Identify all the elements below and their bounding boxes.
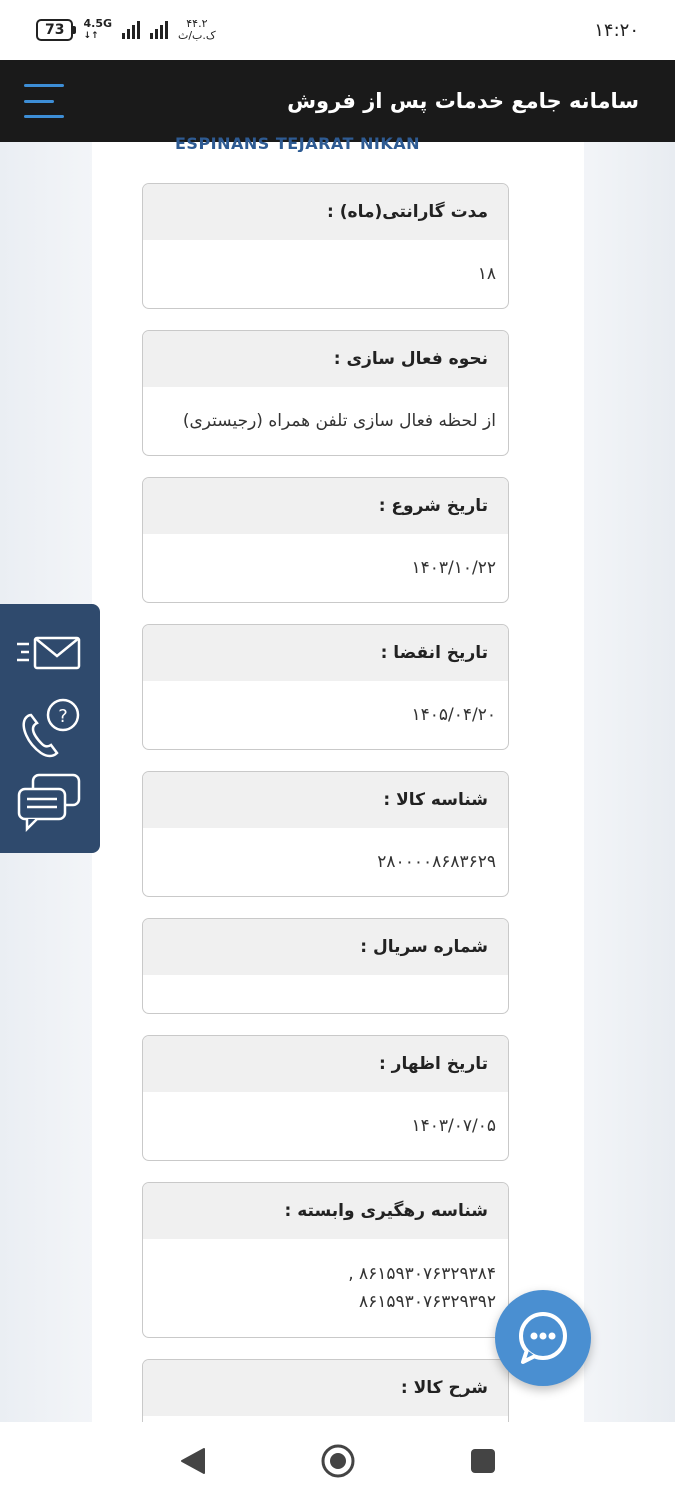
field-value: ۱۴۰۳/۱۰/۲۲ <box>411 558 496 578</box>
status-time: ۱۴:۲۰ <box>594 19 639 41</box>
field-value: ۱۴۰۵/۰۴/۲۰ <box>411 705 496 725</box>
signal-icon <box>122 21 140 39</box>
recent-square-icon <box>470 1449 495 1473</box>
field-label: نحوه فعال سازی : <box>143 331 508 387</box>
field-value: از لحظه فعال سازی تلفن همراه (رجیستری) <box>182 411 496 431</box>
field-value: ۱۸ <box>477 264 496 284</box>
field-warranty-duration: مدت گارانتی(ماه) : ۱۸ <box>142 183 509 309</box>
field-value: ۱۴۰۳/۰۷/۰۵ <box>411 1116 496 1136</box>
home-circle-icon <box>321 1444 354 1478</box>
company-name: ESPINANS TEJARAT NIKAN <box>175 134 421 152</box>
page-title: سامانه جامع خدمات پس از فروش <box>287 89 639 113</box>
back-triangle-icon <box>180 1448 205 1474</box>
field-expiry-date: تاریخ انقضا : ۱۴۰۵/۰۴/۲۰ <box>142 624 509 750</box>
field-label: شماره سریال : <box>143 919 508 975</box>
field-value <box>143 975 508 1013</box>
chat-icon[interactable] <box>15 771 85 833</box>
status-bar: 73 4.5G ↓↑ ۴۴.۲ ک.ب/ث ۱۴:۲۰ <box>0 0 675 60</box>
email-icon[interactable] <box>15 624 85 686</box>
tracking-id-1: ۸۶۱۵۹۳۰۷۶۳۲۹۳۸۴ , <box>348 1264 496 1284</box>
field-label: مدت گارانتی(ماه) : <box>143 184 508 240</box>
field-value: ۸۶۱۵۹۳۰۷۶۳۲۹۳۸۴ , ۸۶۱۵۹۳۰۷۶۳۲۹۳۹۲ <box>143 1239 508 1337</box>
field-serial-number: شماره سریال : <box>142 918 509 1014</box>
field-product-description: شرح کالا : <box>142 1359 509 1422</box>
field-label: شناسه کالا : <box>143 772 508 828</box>
system-nav-bar <box>0 1422 675 1500</box>
chat-button[interactable] <box>495 1290 591 1386</box>
field-label: تاریخ اظهار : <box>143 1036 508 1092</box>
status-indicators: 73 4.5G ↓↑ ۴۴.۲ ک.ب/ث <box>36 18 216 42</box>
network-speed: ۴۴.۲ ک.ب/ث <box>178 17 216 42</box>
field-label: تاریخ شروع : <box>143 478 508 534</box>
nav-recent-button[interactable] <box>463 1441 503 1481</box>
battery-icon: 73 <box>36 19 78 41</box>
svg-text:?: ? <box>58 706 68 727</box>
field-start-date: تاریخ شروع : ۱۴۰۳/۱۰/۲۲ <box>142 477 509 603</box>
field-label: تاریخ انقضا : <box>143 625 508 681</box>
field-label: شناسه رهگیری وابسته : <box>143 1183 508 1239</box>
field-label: شرح کالا : <box>143 1360 508 1416</box>
field-declaration-date: تاریخ اظهار : ۱۴۰۳/۰۷/۰۵ <box>142 1035 509 1161</box>
nav-home-button[interactable] <box>318 1441 358 1481</box>
field-tracking-id: شناسه رهگیری وابسته : ۸۶۱۵۹۳۰۷۶۳۲۹۳۸۴ , … <box>142 1182 509 1338</box>
contact-widget: ? <box>0 604 100 853</box>
nav-back-button[interactable] <box>173 1441 213 1481</box>
phone-help-icon[interactable]: ? <box>15 697 85 759</box>
field-value: ۲۸۰۰۰۰۸۶۸۳۶۲۹ <box>377 852 496 872</box>
chat-bubble-icon <box>519 1312 567 1364</box>
network-type: 4.5G ↓↑ <box>83 17 112 41</box>
field-product-id: شناسه کالا : ۲۸۰۰۰۰۸۶۸۳۶۲۹ <box>142 771 509 897</box>
field-activation-method: نحوه فعال سازی : از لحظه فعال سازی تلفن … <box>142 330 509 456</box>
data-arrows-icon: ↓↑ <box>83 31 99 41</box>
signal-icon-2 <box>150 21 168 39</box>
tracking-id-2: ۸۶۱۵۹۳۰۷۶۳۲۹۳۹۲ <box>359 1292 496 1312</box>
hamburger-menu-icon[interactable] <box>24 84 68 118</box>
